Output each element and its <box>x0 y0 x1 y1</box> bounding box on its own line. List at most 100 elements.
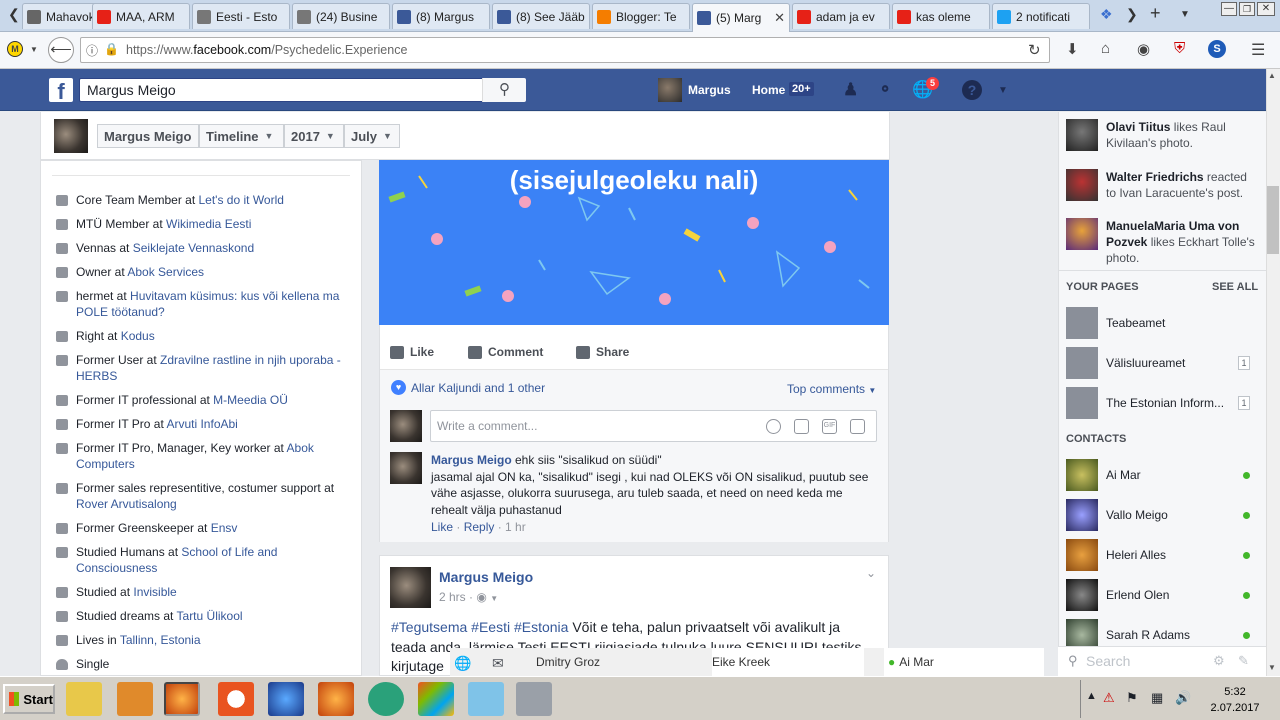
browser-tab[interactable]: (8) See Jääb <box>492 3 590 29</box>
thunderbird-icon[interactable] <box>268 682 304 716</box>
top-comments-dropdown[interactable]: Top comments ▼ <box>787 382 876 396</box>
file-explorer-icon[interactable] <box>66 682 102 716</box>
browser-tab[interactable]: adam ja ev <box>792 3 890 29</box>
tools-icon[interactable] <box>516 682 552 716</box>
page-name-link[interactable]: Teabeamet <box>1106 316 1231 330</box>
comment-time[interactable]: 1 hr <box>505 520 526 534</box>
hashtag-links[interactable]: #Tegutsema #Eesti #Estonia <box>391 619 568 635</box>
chat-settings-gear-icon[interactable]: ⚙ <box>1213 653 1225 669</box>
post-timestamp[interactable]: 2 hrs · ◉ ▼ <box>439 590 498 604</box>
skype-addon-icon[interactable]: S <box>1208 40 1226 58</box>
reload-icon[interactable]: ↻ <box>1028 41 1041 59</box>
page-scrollbar[interactable] <box>1266 69 1280 676</box>
comment-input-placeholder[interactable]: Write a comment... <box>437 419 537 433</box>
new-tab-icon[interactable]: + <box>1150 3 1161 24</box>
intro-item-link[interactable]: M-Meedia OÜ <box>213 393 288 407</box>
intro-item-link[interactable]: Wikimedia Eesti <box>166 217 251 231</box>
scroll-down-arrow-icon[interactable]: ▼ <box>1268 663 1276 672</box>
page-name-link[interactable]: The Estonian Inform... <box>1106 396 1231 410</box>
addon-badge-icon[interactable]: M <box>7 41 23 57</box>
downloads-icon[interactable]: ⬇ <box>1066 40 1079 58</box>
ticker-name[interactable]: Olavi Tiitus <box>1106 120 1170 134</box>
menu-hamburger-icon[interactable]: ☰ <box>1251 40 1265 60</box>
info-icon[interactable]: ⓘ <box>86 42 98 59</box>
avast-icon[interactable] <box>218 682 254 716</box>
contact-avatar[interactable] <box>1066 499 1098 531</box>
action-center-icon[interactable]: ⚑ <box>1126 690 1138 706</box>
chat-tab-dmitry-groz[interactable]: Dmitry Groz <box>536 648 600 676</box>
comment-author-link[interactable]: Margus Meigo <box>431 453 512 467</box>
notepad-icon[interactable] <box>468 682 504 716</box>
pocket-icon[interactable]: ◉ <box>1137 40 1150 58</box>
post-options-chevron-icon[interactable]: ⌄ <box>866 566 876 580</box>
breadcrumb-item[interactable]: Margus Meigo <box>97 124 199 148</box>
intro-item-link[interactable]: Seiklejate Vennaskond <box>133 241 254 255</box>
browser-tab[interactable]: (8) Margus <box>392 3 490 29</box>
contact-name[interactable]: Vallo Meigo <box>1106 508 1168 522</box>
intro-item-link[interactable]: Tallinn, Estonia <box>120 633 201 647</box>
intro-item-link[interactable]: Invisible <box>133 585 176 599</box>
page-avatar[interactable] <box>1066 387 1098 419</box>
scroll-tabs-left-icon[interactable]: ❮ <box>8 6 20 23</box>
contact-avatar[interactable] <box>1066 459 1098 491</box>
intro-item-link[interactable]: Kodus <box>121 329 155 343</box>
scrollbar-thumb[interactable] <box>1267 186 1279 254</box>
page-avatar[interactable] <box>1066 347 1098 379</box>
home-link[interactable]: Home <box>752 83 785 97</box>
contact-name[interactable]: Sarah R Adams <box>1106 628 1190 642</box>
ticker-item[interactable]: Walter Friedrichs reacted to Ivan Laracu… <box>1106 169 1256 201</box>
user-avatar[interactable] <box>658 78 682 102</box>
contact-name[interactable]: Erlend Olen <box>1106 588 1169 602</box>
close-window-icon[interactable]: ✕ <box>1257 2 1275 16</box>
contact-name[interactable]: Heleri Alles <box>1106 548 1166 562</box>
share-button[interactable]: Share <box>576 345 629 359</box>
ticker-item[interactable]: ManuelaMaria Uma von Pozvek likes Eckhar… <box>1106 218 1256 266</box>
friend-requests-icon[interactable]: ♟ <box>843 80 858 100</box>
breadcrumb-item[interactable]: July ▼ <box>344 124 400 148</box>
help-icon[interactable]: ? <box>962 80 982 100</box>
browser-tab[interactable]: (5) Marg ✕ <box>692 3 790 32</box>
facebook-logo-icon[interactable]: f <box>49 78 73 102</box>
audience-globe-icon[interactable]: ◉ <box>476 590 486 604</box>
browser-tab[interactable]: (24) Busine <box>292 3 390 29</box>
user-name-link[interactable]: Margus <box>688 83 731 97</box>
chat-tab-eike-kreek[interactable]: Eike Kreek <box>712 648 864 676</box>
ticker-avatar[interactable] <box>1066 119 1098 151</box>
post-author-avatar[interactable] <box>390 567 431 608</box>
contact-avatar[interactable] <box>1066 539 1098 571</box>
page-avatar[interactable] <box>1066 307 1098 339</box>
scroll-up-arrow-icon[interactable]: ▲ <box>1268 71 1276 80</box>
commenter-avatar[interactable] <box>390 452 422 484</box>
chevron-down-icon[interactable]: ▼ <box>490 594 498 603</box>
browser-tab[interactable]: MAA, ARM <box>92 3 190 29</box>
volume-icon[interactable]: 🔊 <box>1175 690 1191 706</box>
e-app-icon[interactable] <box>368 682 404 716</box>
browser-tab[interactable]: 2 notificati <box>992 3 1090 29</box>
breadcrumb-item[interactable]: 2017 ▼ <box>284 124 344 148</box>
page-name-link[interactable]: Välisluureamet <box>1106 356 1231 370</box>
search-input-value[interactable]: Margus Meigo <box>87 82 176 98</box>
post-author-link[interactable]: Margus Meigo <box>439 569 533 585</box>
intro-item-link[interactable]: Rover Arvutisalong <box>76 497 177 511</box>
chat-search-input[interactable]: Search <box>1086 653 1130 669</box>
extension-puzzle-icon[interactable]: ❖ <box>1100 6 1113 23</box>
ticker-name[interactable]: Walter Friedrichs <box>1106 170 1204 184</box>
intro-item-link[interactable]: Abok Services <box>127 265 204 279</box>
tray-expand-icon[interactable]: ▲ <box>1086 690 1097 702</box>
network-warning-icon[interactable]: ⚠ <box>1103 690 1115 706</box>
comment-reply-link[interactable]: Reply <box>464 520 495 534</box>
see-all-pages-link[interactable]: SEE ALL <box>1212 281 1258 293</box>
gif-icon[interactable]: GIF <box>822 419 837 434</box>
contact-name[interactable]: Ai Mar <box>1106 468 1141 482</box>
firefox-icon[interactable] <box>318 682 354 716</box>
scroll-tabs-right-icon[interactable]: ❯ <box>1126 6 1138 23</box>
browser-tab[interactable]: kas oleme <box>892 3 990 29</box>
ticker-avatar[interactable] <box>1066 218 1098 250</box>
globe-icon[interactable]: 🌐 <box>454 655 471 672</box>
minimize-window-icon[interactable]: — <box>1221 2 1237 16</box>
windows-update-icon[interactable] <box>418 682 454 716</box>
tab-list-dropdown-icon[interactable]: ▼ <box>1180 9 1190 20</box>
ticker-item[interactable]: Olavi Tiitus likes Raul Kivilaan's photo… <box>1106 119 1256 151</box>
comment-button[interactable]: Comment <box>468 345 543 359</box>
intro-item-link[interactable]: Tartu Ülikool <box>177 609 243 623</box>
